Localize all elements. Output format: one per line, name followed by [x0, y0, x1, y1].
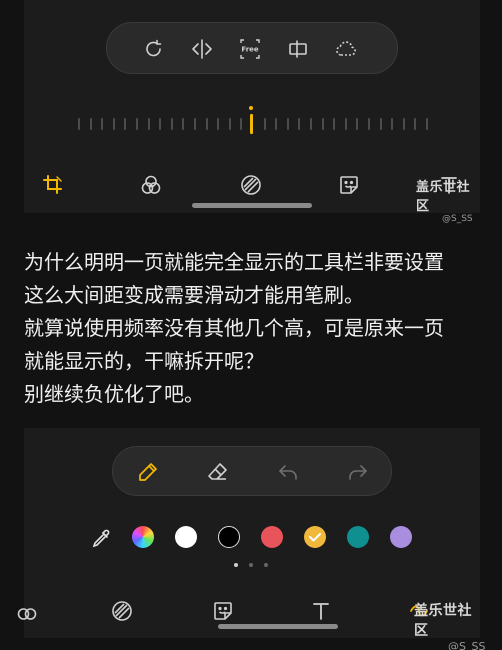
ruler-tick	[263, 118, 266, 130]
image-edit-panel: Free 盖乐世社区 @S_SS	[24, 0, 480, 224]
ruler-tick	[344, 118, 347, 130]
filters-icon[interactable]	[136, 170, 166, 200]
transform-toolbar: Free	[106, 22, 398, 74]
ruler-tick	[240, 118, 243, 130]
watermark: 盖乐世社区 @S_SS	[416, 176, 480, 224]
ruler-tick	[275, 118, 278, 130]
redo-icon[interactable]	[343, 457, 373, 487]
home-indicator	[192, 203, 312, 208]
tone-icon[interactable]	[236, 170, 266, 200]
color-swatch[interactable]	[347, 526, 369, 548]
crop-icon[interactable]	[38, 170, 68, 200]
lasso-icon[interactable]	[331, 34, 361, 64]
color-swatch[interactable]	[218, 526, 240, 548]
watermark-user: @S_SS	[442, 214, 473, 224]
free-label: Free	[241, 46, 259, 54]
drawing-panel: 盖乐世社区 @S_SS	[17, 428, 485, 650]
text-icon[interactable]	[306, 596, 336, 626]
ruler-tick	[228, 118, 231, 130]
ruler-tick	[205, 118, 208, 130]
ruler-tick	[414, 118, 417, 130]
filters-icon[interactable]	[12, 596, 42, 626]
post-line: 这么大间距变成需要滑动才能用笔刷。	[24, 283, 364, 307]
aspect-icon[interactable]	[283, 34, 313, 64]
ruler-center-dot	[249, 106, 253, 110]
ruler-center-marker	[250, 114, 253, 134]
ruler-tick	[159, 118, 162, 130]
ruler-tick	[124, 118, 127, 130]
edit-tabs-top	[24, 166, 480, 206]
ruler-tick	[402, 118, 405, 130]
flip-icon[interactable]	[187, 34, 217, 64]
eyedropper-icon[interactable]	[86, 524, 116, 554]
ruler-tick	[136, 118, 138, 130]
ruler-tick	[170, 118, 173, 130]
page-dot-active	[234, 563, 238, 567]
ruler-tick	[89, 118, 92, 130]
post-line: 就算说使用频率没有其他几个高，可是原来一页	[24, 316, 444, 340]
undo-icon[interactable]	[273, 457, 303, 487]
page-dot	[264, 563, 268, 567]
drawing-toolbar	[112, 446, 392, 496]
ruler-tick	[78, 118, 80, 130]
ruler-tick	[356, 118, 359, 130]
watermark-user: @S_SS	[448, 640, 486, 650]
ruler-tick	[298, 118, 301, 130]
page-dot	[249, 563, 253, 567]
color-swatch-selected[interactable]	[304, 526, 326, 548]
watermark-title: 盖乐世社区	[416, 180, 471, 214]
sticker-icon[interactable]	[208, 596, 238, 626]
ruler-tick	[426, 118, 428, 130]
pen-icon[interactable]	[133, 457, 163, 487]
tone-icon[interactable]	[107, 596, 137, 626]
sticker-icon[interactable]	[334, 170, 364, 200]
free-crop-icon[interactable]: Free	[235, 34, 265, 64]
rotate-icon[interactable]	[139, 34, 169, 64]
ruler-tick	[310, 118, 312, 130]
ruler-tick	[147, 118, 150, 130]
color-swatch[interactable]	[390, 526, 412, 548]
ruler-tick	[112, 118, 115, 130]
page-dots	[232, 563, 272, 569]
color-picker-swatch[interactable]	[132, 526, 154, 548]
ruler-tick	[391, 118, 394, 130]
rotation-ruler[interactable]	[78, 106, 428, 138]
color-swatch[interactable]	[261, 526, 283, 548]
ruler-tick	[194, 118, 196, 130]
home-indicator	[218, 624, 338, 629]
ruler-tick	[368, 118, 370, 130]
ruler-tick	[333, 118, 336, 130]
watermark-title: 盖乐世社区	[414, 603, 472, 639]
post-body: 为什么明明一页就能完全显示的工具栏非要设置 这么大间距变成需要滑动才能用笔刷。 …	[24, 246, 484, 411]
post-line: 为什么明明一页就能完全显示的工具栏非要设置	[24, 250, 444, 274]
color-swatch[interactable]	[175, 526, 197, 548]
post-line: 就能显示的，干嘛拆开呢？	[24, 349, 264, 373]
ruler-tick	[379, 118, 382, 130]
ruler-tick	[286, 118, 289, 130]
eraser-icon[interactable]	[203, 457, 233, 487]
post-line: 别继续负优化了吧。	[24, 382, 204, 406]
watermark: 盖乐世社区 @S_SS	[414, 600, 485, 650]
ruler-tick	[321, 118, 324, 130]
ruler-tick	[182, 118, 185, 130]
ruler-tick	[217, 118, 220, 130]
ruler-tick	[101, 118, 104, 130]
